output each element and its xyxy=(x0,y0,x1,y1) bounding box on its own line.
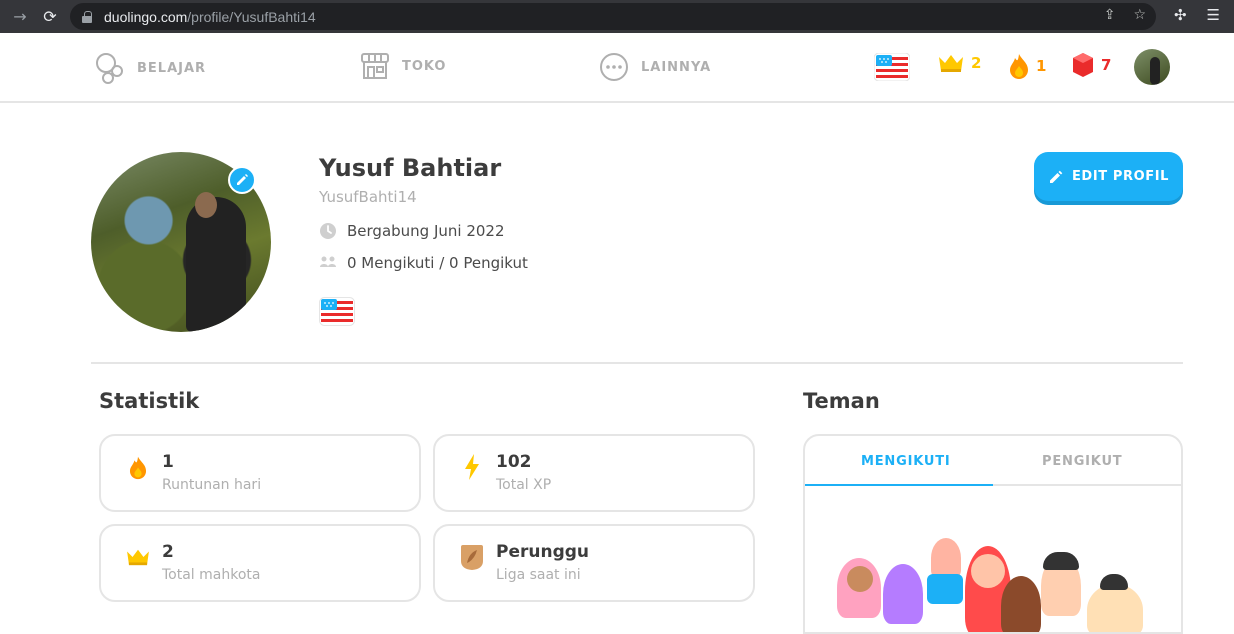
stat-card-xp: 102 Total XP xyxy=(433,434,755,512)
clock-icon xyxy=(320,223,336,239)
gems-count: 7 xyxy=(1101,56,1112,74)
tab-followers[interactable]: PENGIKUT xyxy=(1042,454,1122,469)
course-flag-button[interactable] xyxy=(874,53,910,81)
stat-value: 1 xyxy=(162,452,174,472)
lightning-icon xyxy=(465,454,479,480)
joined-text: Bergabung Juni 2022 xyxy=(347,222,505,240)
browser-toolbar: → ⟳ duolingo.com/profile/YusufBahti14 ⇪ … xyxy=(0,0,1234,33)
us-flag-icon xyxy=(319,297,355,326)
section-divider xyxy=(91,362,1183,364)
edit-profile-label: EDIT PROFIL xyxy=(1071,169,1170,184)
gem-icon xyxy=(1073,53,1093,77)
streak-counter[interactable]: 1 xyxy=(1008,52,1046,80)
stat-card-crowns: 2 Total mahkota xyxy=(99,524,421,602)
people-icon xyxy=(320,256,336,267)
share-icon[interactable]: ⇪ xyxy=(1104,7,1116,23)
crown-icon xyxy=(939,55,963,72)
stat-value: 102 xyxy=(496,452,532,472)
address-bar[interactable]: duolingo.com/profile/YusufBahti14 ⇪ ☆ xyxy=(70,3,1156,30)
nav-shop[interactable]: TOKO xyxy=(360,52,446,80)
pencil-icon xyxy=(1049,170,1063,183)
profile-name: Yusuf Bahtiar xyxy=(319,154,502,182)
url-text: duolingo.com/profile/YusufBahti14 xyxy=(104,8,316,25)
user-avatar-small[interactable] xyxy=(1134,49,1170,85)
crown-icon xyxy=(127,549,149,566)
friends-title: Teman xyxy=(803,389,880,413)
top-navigation: BELAJAR TOKO LAINNYA 2 1 7 xyxy=(0,33,1234,103)
lock-icon xyxy=(82,10,92,23)
stat-label: Total mahkota xyxy=(162,567,261,583)
stat-label: Total XP xyxy=(496,477,552,493)
tab-following[interactable]: MENGIKUTI xyxy=(861,454,951,469)
crowns-counter[interactable]: 2 xyxy=(937,52,981,74)
edit-profile-button[interactable]: EDIT PROFIL xyxy=(1034,152,1183,201)
pencil-icon xyxy=(237,174,248,185)
nav-learn[interactable]: BELAJAR xyxy=(95,52,206,84)
crowns-count: 2 xyxy=(971,54,982,72)
nav-learn-label: BELAJAR xyxy=(137,60,207,76)
us-flag-icon xyxy=(874,53,910,81)
streak-count: 1 xyxy=(1036,57,1047,75)
gems-counter[interactable]: 7 xyxy=(1071,52,1111,78)
flame-icon xyxy=(1010,54,1028,79)
nav-shop-label: TOKO xyxy=(402,58,447,74)
more-dots-icon xyxy=(600,53,628,81)
flame-icon xyxy=(129,456,147,479)
follow-info: 0 Mengikuti / 0 Pengikut xyxy=(319,254,528,272)
forward-icon[interactable]: → xyxy=(8,5,32,29)
learn-bubbles-icon xyxy=(96,53,123,84)
characters-illustration xyxy=(835,536,1155,632)
joined-info: Bergabung Juni 2022 xyxy=(319,222,505,240)
stat-value: Perunggu xyxy=(496,542,590,562)
reload-icon[interactable]: ⟳ xyxy=(38,5,62,29)
bronze-league-icon xyxy=(461,545,483,570)
follow-counts: 0 Mengikuti / 0 Pengikut xyxy=(347,254,528,272)
stat-label: Runtunan hari xyxy=(162,477,262,493)
stat-value: 2 xyxy=(162,542,174,562)
stats-title: Statistik xyxy=(99,389,200,413)
edit-avatar-button[interactable] xyxy=(228,166,256,194)
reading-list-icon[interactable]: ☰ xyxy=(1207,6,1220,24)
bookmark-star-icon[interactable]: ☆ xyxy=(1133,7,1146,23)
friends-panel: MENGIKUTI PENGIKUT xyxy=(803,434,1183,634)
nav-more-label: LAINNYA xyxy=(641,59,712,75)
profile-username: YusufBahti14 xyxy=(319,188,417,206)
shop-icon xyxy=(361,53,389,79)
stat-card-league: Perunggu Liga saat ini xyxy=(433,524,755,602)
stat-label: Liga saat ini xyxy=(496,567,581,583)
active-tab-indicator xyxy=(805,484,993,486)
extensions-puzzle-icon[interactable]: ✣ xyxy=(1174,6,1187,24)
stat-card-streak: 1 Runtunan hari xyxy=(99,434,421,512)
nav-more[interactable]: LAINNYA xyxy=(599,52,711,82)
